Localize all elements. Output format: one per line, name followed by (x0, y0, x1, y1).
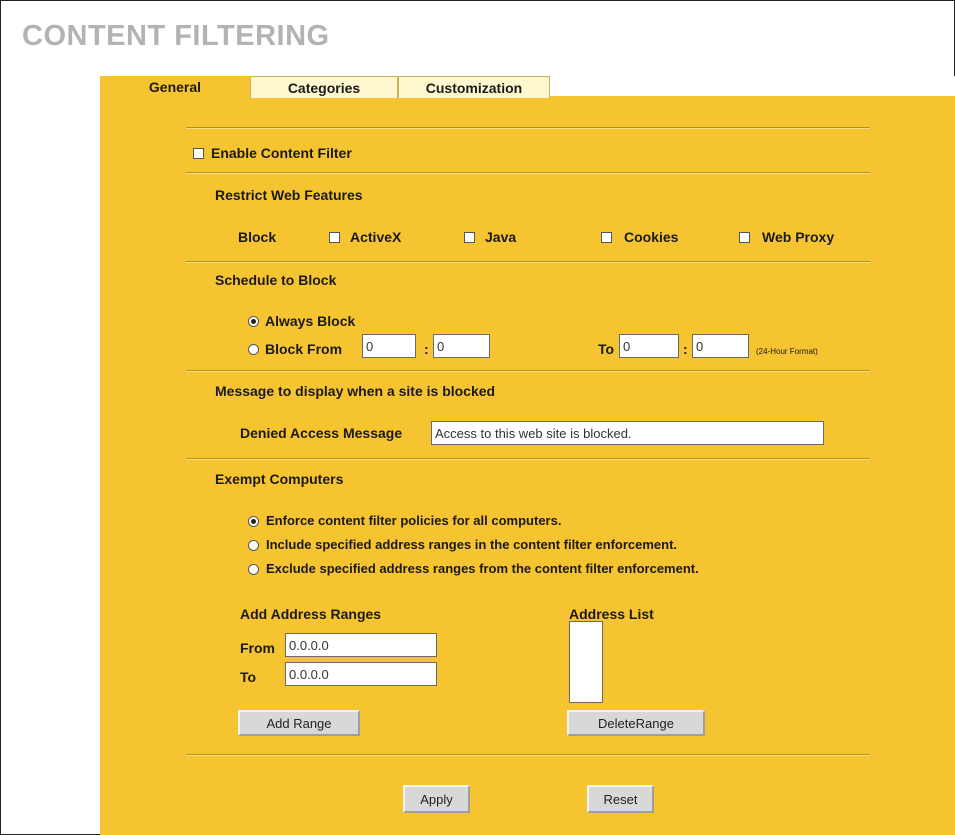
web-proxy-checkbox[interactable] (739, 232, 750, 243)
time-colon: : (683, 341, 688, 357)
add-range-button[interactable]: Add Range (238, 710, 360, 736)
divider (186, 458, 870, 460)
block-from-radio[interactable] (248, 344, 259, 355)
page-title: CONTENT FILTERING (22, 20, 330, 52)
enable-content-filter-checkbox[interactable] (193, 148, 204, 159)
exempt-option-radio[interactable] (248, 540, 259, 551)
divider (186, 370, 870, 372)
denied-access-label: Denied Access Message (240, 425, 403, 441)
exempt-option-radio[interactable] (248, 516, 259, 527)
cookies-label: Cookies (624, 229, 679, 245)
tab-customization[interactable]: Customization (398, 76, 550, 98)
delete-range-button[interactable]: DeleteRange (567, 710, 705, 736)
exempt-computers-heading: Exempt Computers (215, 471, 344, 487)
block-from-minute-input[interactable] (433, 334, 490, 358)
restrict-web-features-heading: Restrict Web Features (215, 187, 363, 203)
content-panel (100, 96, 955, 835)
web-proxy-label: Web Proxy (762, 229, 835, 245)
block-from-hour-input[interactable] (362, 334, 416, 358)
divider (186, 754, 870, 756)
exempt-option-label: Enforce content filter policies for all … (266, 513, 562, 528)
address-list-heading: Address List (569, 606, 654, 622)
tab-categories[interactable]: Categories (250, 76, 398, 98)
java-label: Java (485, 229, 517, 245)
exempt-option-label: Include specified address ranges in the … (266, 537, 678, 552)
divider (186, 261, 870, 263)
block-label: Block (238, 229, 277, 245)
divider (186, 172, 870, 174)
exempt-option-radio[interactable] (248, 564, 259, 575)
add-address-ranges-heading: Add Address Ranges (240, 606, 382, 622)
activex-checkbox[interactable] (329, 232, 340, 243)
activex-label: ActiveX (350, 229, 402, 245)
apply-button[interactable]: Apply (403, 785, 470, 813)
from-label: From (240, 640, 275, 656)
tab-general[interactable]: General (100, 76, 250, 98)
message-heading: Message to display when a site is blocke… (215, 383, 496, 399)
denied-access-message-input[interactable] (431, 421, 824, 445)
reset-button[interactable]: Reset (587, 785, 654, 813)
enable-content-filter-label: Enable Content Filter (211, 145, 352, 161)
address-from-input[interactable] (285, 633, 437, 657)
address-to-input[interactable] (285, 662, 437, 686)
block-to-minute-input[interactable] (692, 334, 749, 358)
java-checkbox[interactable] (464, 232, 475, 243)
tab-bar: General Categories Customization (100, 76, 955, 98)
block-to-hour-input[interactable] (619, 334, 679, 358)
time-colon: : (424, 341, 429, 357)
to-label: To (598, 341, 615, 357)
address-list-box[interactable] (569, 621, 603, 703)
to-address-label: To (240, 669, 257, 685)
block-from-label: Block From (265, 341, 343, 357)
schedule-heading: Schedule to Block (215, 272, 337, 288)
divider (186, 127, 870, 129)
time-format-note: (24-Hour Format) (756, 347, 818, 356)
exempt-option-label: Exclude specified address ranges from th… (266, 561, 699, 576)
always-block-radio[interactable] (248, 316, 259, 327)
always-block-label: Always Block (265, 313, 356, 329)
cookies-checkbox[interactable] (601, 232, 612, 243)
